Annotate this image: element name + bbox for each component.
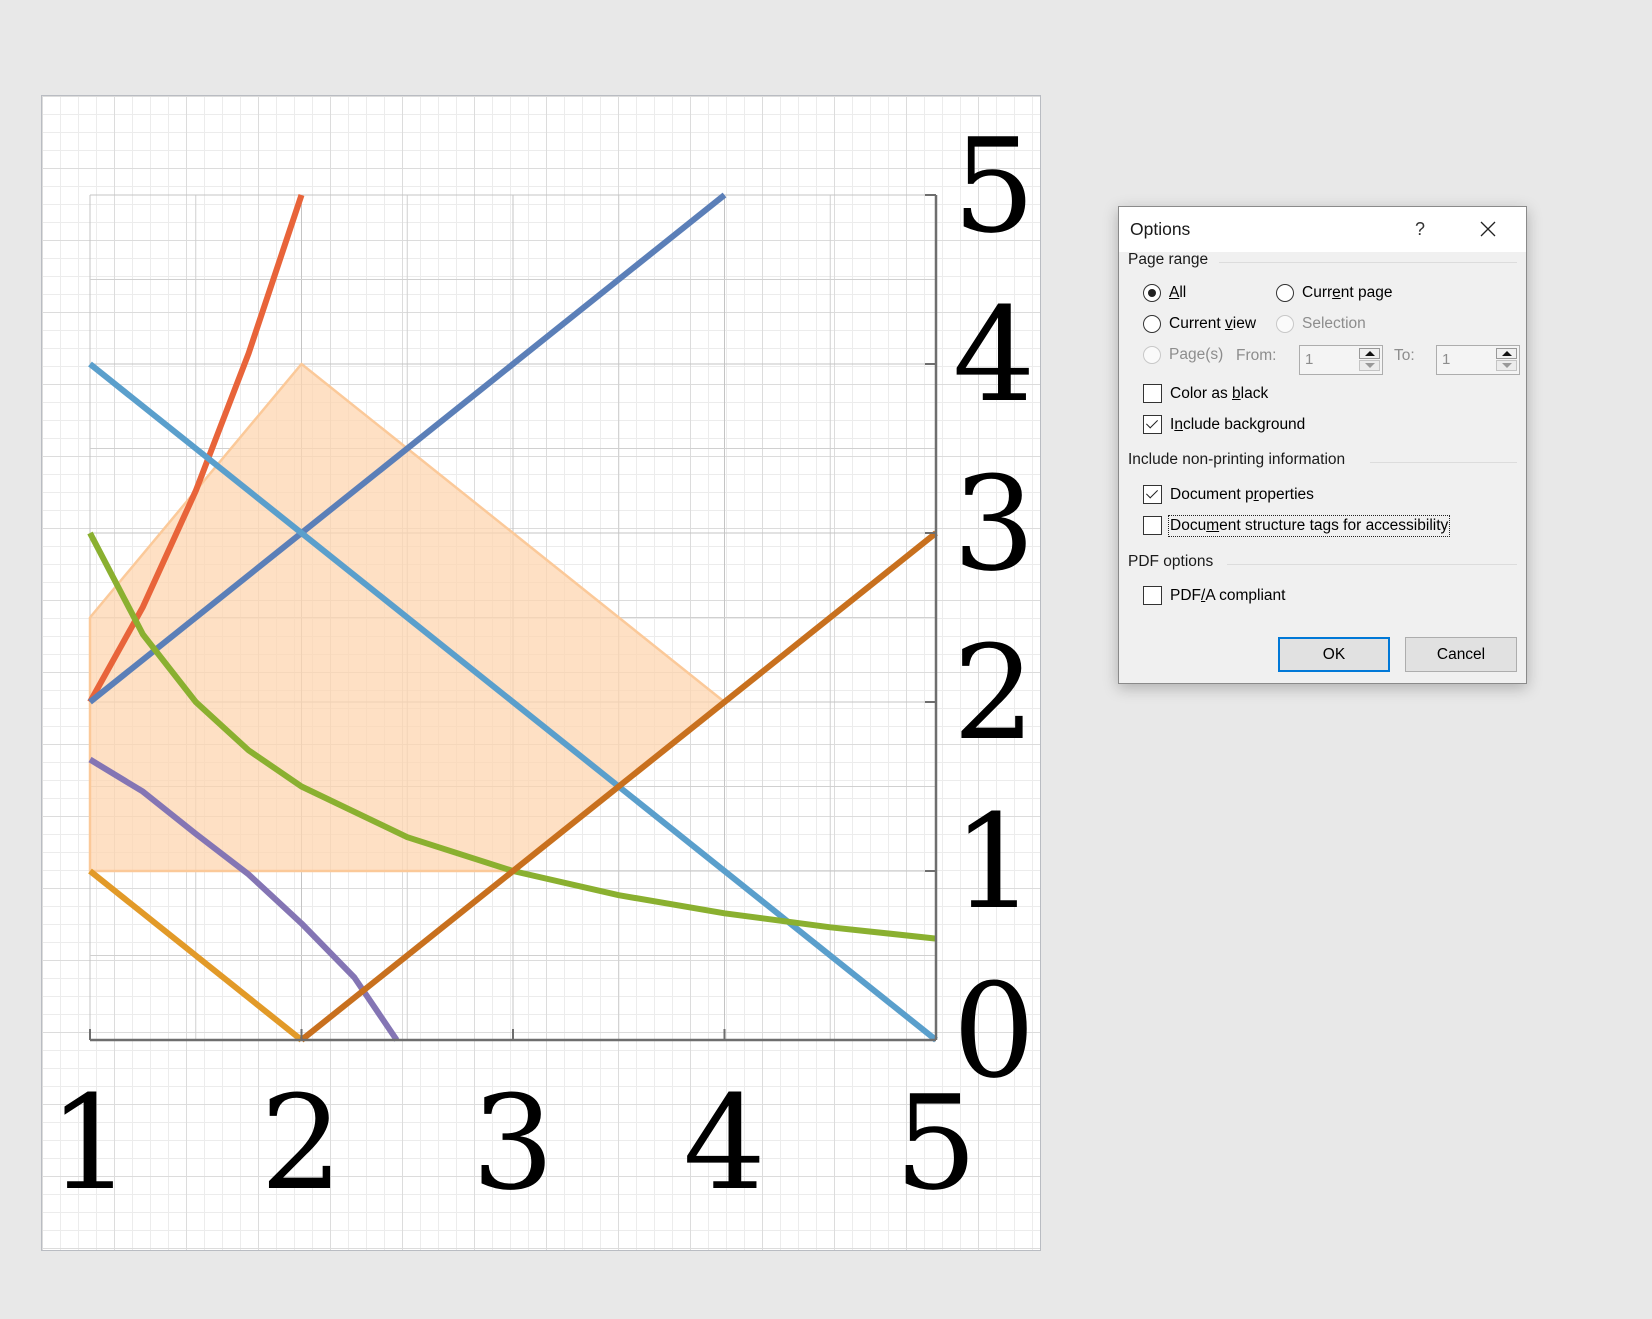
y-tick-label: 2 bbox=[953, 617, 1036, 769]
radio-current-view-indicator[interactable] bbox=[1143, 315, 1161, 333]
structure-tags-label: Document structure tags for accessibilit… bbox=[1167, 514, 1451, 537]
radio-current-page-label: Current page bbox=[1302, 284, 1393, 301]
to-decrement-arrow-icon bbox=[1496, 360, 1517, 371]
non-printing-divider bbox=[1370, 462, 1517, 463]
x-tick-label: 4 bbox=[683, 1067, 766, 1219]
close-button[interactable] bbox=[1471, 213, 1505, 245]
to-page-spinner: 1 bbox=[1436, 345, 1520, 375]
y-tick-labels: 0 1 2 3 4 5 bbox=[953, 110, 1036, 1107]
radio-pages: Page(s) bbox=[1143, 346, 1223, 364]
pdfa-compliant-label: PDF/A compliant bbox=[1170, 586, 1286, 604]
x-tick-labels: 12345 bbox=[49, 1067, 978, 1219]
include-background-checkbox[interactable]: Include background bbox=[1143, 415, 1305, 434]
structure-tags-box[interactable] bbox=[1143, 516, 1162, 535]
radio-current-page-indicator[interactable] bbox=[1276, 284, 1294, 302]
pdfa-compliant-checkbox[interactable]: PDF/A compliant bbox=[1143, 586, 1285, 605]
page-range-label: Page range bbox=[1128, 251, 1209, 268]
ok-button[interactable]: OK bbox=[1278, 637, 1390, 672]
radio-selection: Selection bbox=[1276, 315, 1366, 333]
non-printing-label: Include non-printing information bbox=[1128, 451, 1346, 468]
x-tick-label: 1 bbox=[49, 1067, 132, 1219]
help-button[interactable]: ? bbox=[1406, 215, 1434, 243]
color-as-black-checkbox[interactable]: Color as black bbox=[1143, 384, 1268, 403]
radio-current-view[interactable]: Current view bbox=[1143, 315, 1256, 333]
close-icon bbox=[1480, 221, 1496, 237]
radio-all[interactable]: All bbox=[1143, 284, 1186, 302]
y-tick-label: 4 bbox=[953, 279, 1036, 431]
from-label: From: bbox=[1236, 347, 1277, 364]
document-page: 12345 012345 bbox=[41, 95, 1041, 1251]
color-as-black-label: Color as black bbox=[1170, 384, 1269, 402]
color-as-black-box[interactable] bbox=[1143, 384, 1162, 403]
cancel-button[interactable]: Cancel bbox=[1405, 637, 1517, 672]
y-tick-label: 1 bbox=[953, 786, 1036, 938]
document-properties-checkbox[interactable]: Document properties bbox=[1143, 485, 1314, 504]
from-decrement-arrow-icon bbox=[1359, 360, 1380, 371]
y-tick-label: 3 bbox=[953, 448, 1036, 600]
y-tick-label: 0 bbox=[953, 955, 1036, 1107]
radio-current-view-label: Current view bbox=[1169, 315, 1257, 332]
pdfa-compliant-box[interactable] bbox=[1143, 586, 1162, 605]
options-dialog: Options ? Page range All Current page Cu… bbox=[1118, 206, 1527, 684]
radio-pages-indicator bbox=[1143, 346, 1161, 364]
to-increment-arrow-icon bbox=[1496, 348, 1517, 359]
include-background-label: Include background bbox=[1170, 415, 1306, 433]
x-tick-label: 3 bbox=[472, 1067, 555, 1219]
include-background-box[interactable] bbox=[1143, 415, 1162, 434]
y-tick-label: 5 bbox=[953, 110, 1036, 262]
radio-selection-label: Selection bbox=[1302, 315, 1366, 332]
from-page-spinner: 1 bbox=[1299, 345, 1383, 375]
structure-tags-checkbox[interactable]: Document structure tags for accessibilit… bbox=[1143, 514, 1451, 537]
radio-selection-indicator bbox=[1276, 315, 1294, 333]
page-range-divider bbox=[1219, 262, 1517, 263]
radio-current-page[interactable]: Current page bbox=[1276, 284, 1392, 302]
from-increment-arrow-icon bbox=[1359, 348, 1380, 359]
pdf-options-label: PDF options bbox=[1128, 553, 1214, 570]
chart: 12345 012345 bbox=[49, 110, 1036, 1219]
document-properties-label: Document properties bbox=[1170, 485, 1314, 503]
from-page-value: 1 bbox=[1305, 351, 1314, 368]
pdf-options-divider bbox=[1227, 564, 1517, 565]
dialog-title: Options bbox=[1130, 219, 1191, 239]
to-page-value: 1 bbox=[1442, 351, 1451, 368]
radio-pages-label: Page(s) bbox=[1169, 346, 1224, 363]
document-properties-box[interactable] bbox=[1143, 485, 1162, 504]
radio-all-indicator[interactable] bbox=[1143, 284, 1161, 302]
to-label: To: bbox=[1394, 347, 1415, 364]
x-tick-label: 2 bbox=[260, 1067, 343, 1219]
dialog-titlebar[interactable]: Options ? bbox=[1119, 207, 1526, 252]
radio-all-label: All bbox=[1169, 284, 1187, 301]
